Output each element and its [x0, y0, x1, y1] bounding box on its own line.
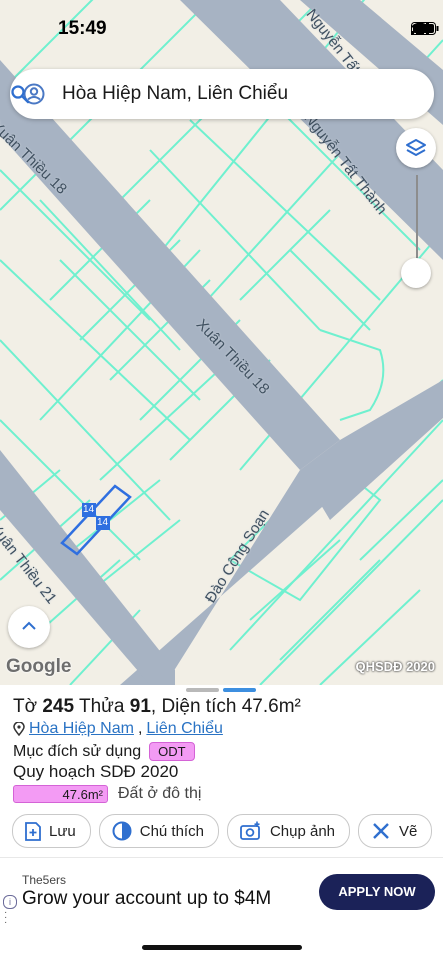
usage-row: Mục đích sử dụng ODT — [13, 742, 195, 761]
parcel-label: 14 — [97, 517, 109, 528]
screenshot-button[interactable]: Chụp ảnh — [226, 814, 351, 848]
google-logo: Google — [6, 656, 72, 677]
map-view[interactable]: 14 14 Nguyễn Tất Thành Nguyễn Tất Thành … — [0, 0, 443, 685]
layers-icon — [406, 139, 426, 156]
sheet-prefix: Tờ — [13, 696, 38, 717]
add-document-icon — [25, 821, 41, 841]
search-icon[interactable] — [10, 84, 30, 104]
legend-button[interactable]: Chú thích — [98, 814, 219, 848]
plan-label: Quy hoạch SDĐ 2020 — [13, 762, 179, 781]
parcel-number: 91 — [129, 696, 151, 717]
legend-label: Chú thích — [139, 822, 204, 840]
draw-label: Vẽ — [399, 822, 418, 840]
sheet-number: 245 — [42, 696, 75, 717]
sheet-drag-handle[interactable] — [186, 688, 256, 692]
parcel-label: 14 — [83, 504, 95, 515]
parcel-location: Hòa Hiệp Nam, Liên Chiểu — [13, 720, 223, 738]
usage-badge: ODT — [149, 742, 195, 761]
camera-add-icon — [240, 821, 260, 840]
screenshot-label: Chụp ảnh — [269, 822, 336, 840]
ad-headline[interactable]: Grow your account up to $4M — [22, 888, 271, 910]
action-chips: Lưu Chú thích Chụp ảnh Vẽ — [12, 814, 433, 848]
ad-menu-icon[interactable]: · · · — [4, 908, 7, 928]
ward-link[interactable]: Hòa Hiệp Nam — [29, 720, 134, 738]
location-separator: , — [137, 720, 143, 737]
ad-apply-button[interactable]: APPLY NOW — [319, 874, 435, 910]
status-bar: 15:49 — [0, 0, 443, 58]
ad-banner[interactable]: i · · · The5ers Grow your account up to $4… — [0, 857, 443, 928]
parcel-word: Thửa — [79, 696, 125, 717]
status-time: 15:49 — [58, 18, 107, 39]
opacity-slider-thumb[interactable] — [401, 258, 431, 288]
plan-row: 47.6m² Đất ở đô thị — [13, 785, 201, 803]
draw-button[interactable]: Vẽ — [358, 814, 433, 848]
search-query[interactable]: Hòa Hiệp Nam, Liên Chiểu — [62, 83, 288, 105]
chevron-up-icon — [22, 621, 36, 630]
battery-icon — [411, 22, 439, 35]
usage-label: Mục đích sử dụng — [13, 742, 142, 760]
location-pin-icon — [13, 722, 25, 736]
search-bar[interactable]: Hòa Hiệp Nam, Liên Chiểu — [10, 69, 434, 119]
parcel-title: Tờ 245 Thửa 91, Diện tích 47.6m² — [13, 696, 301, 717]
save-button[interactable]: Lưu — [12, 814, 91, 848]
parcel-area: Diện tích 47.6m² — [161, 696, 301, 717]
map-layer-tag: QHSDĐ 2020 — [355, 659, 435, 674]
opacity-slider-track[interactable] — [416, 175, 418, 270]
home-indicator[interactable] — [142, 945, 302, 950]
save-label: Lưu — [49, 822, 76, 840]
layers-button[interactable] — [396, 128, 436, 168]
ad-brand: The5ers — [22, 873, 67, 887]
district-link[interactable]: Liên Chiểu — [146, 720, 223, 738]
plan-type: Đất ở đô thị — [118, 785, 202, 802]
plan-area-bar: 47.6m² — [13, 785, 108, 803]
expand-up-button[interactable] — [8, 606, 50, 648]
draw-tools-icon — [373, 823, 389, 839]
contrast-icon — [112, 821, 132, 841]
